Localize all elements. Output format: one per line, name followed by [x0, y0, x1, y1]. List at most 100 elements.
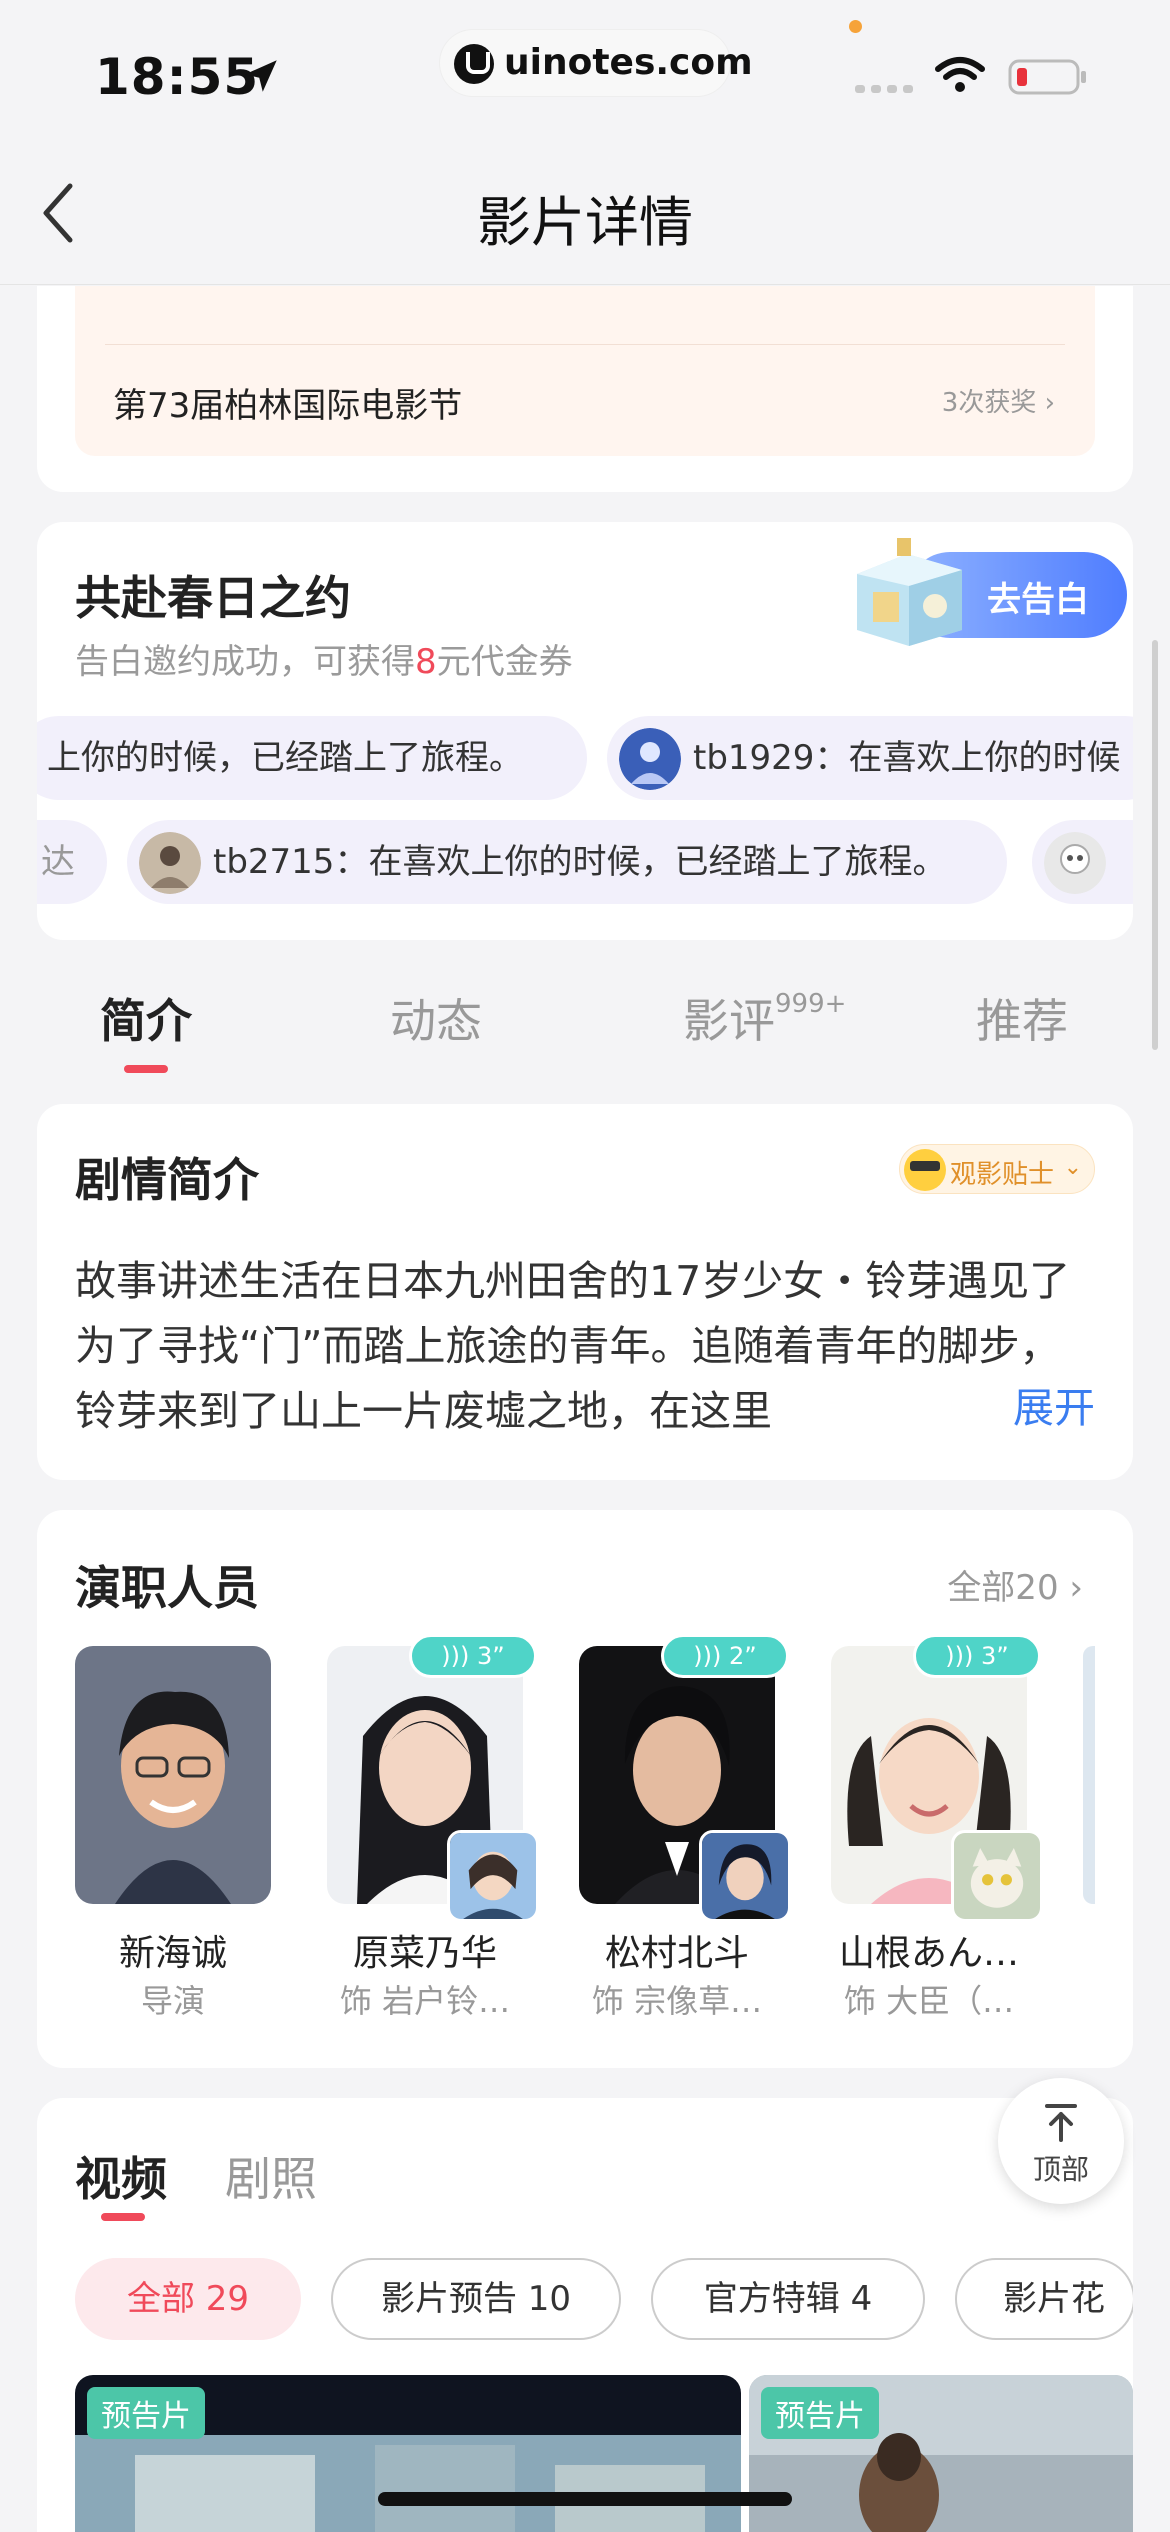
chip-label: 影片预告 10	[380, 2279, 572, 2319]
synopsis-text: 故事讲述生活在日本九州田舍的17岁少女・铃芽遇见了为了寻找“门”而踏上旅途的青年…	[75, 1257, 1071, 1435]
video-thumbnail[interactable]: 预告片	[75, 2375, 741, 2532]
filter-chip-more[interactable]: 影片花	[955, 2258, 1133, 2340]
tab-updates[interactable]: 动态	[390, 985, 482, 1051]
cast-role: 导演	[140, 1982, 205, 2020]
danmu-text: tb2715：在喜欢上你的时候，已经踏上了旅程。	[213, 842, 947, 882]
danmu-bubble[interactable]: 达	[37, 820, 107, 904]
danmu-row-2: 达 tb2715：在喜欢上你的时候，已经踏上了旅程。	[37, 820, 1133, 910]
tab-label: 动态	[390, 994, 482, 1048]
tab-indicator	[124, 1065, 168, 1073]
tab-intro[interactable]: 简介	[100, 985, 192, 1051]
status-bar: 18:55 uinotes.com	[0, 0, 1170, 140]
danmu-text: tb1929：在喜欢上你的时候	[693, 738, 1121, 778]
award-banner[interactable]: 第73届柏林国际电影节 3次获奖 ›	[75, 286, 1095, 456]
voice-duration: 3”	[981, 1642, 1009, 1670]
viewing-tips-chip[interactable]: 观影贴士 ⌄	[899, 1144, 1095, 1194]
tab-stills[interactable]: 剧照	[225, 2143, 317, 2209]
cast-title: 演职人员	[75, 1561, 259, 1615]
award-card: 第73届柏林国际电影节 3次获奖 ›	[37, 286, 1133, 492]
sound-wave-icon: )))	[945, 1642, 981, 1670]
filter-chip-featurettes[interactable]: 官方特辑 4	[651, 2258, 925, 2340]
chevron-right-icon: ›	[1069, 1568, 1083, 1608]
music-box-icon	[857, 538, 962, 646]
danmu-text: 上你的时候，已经踏上了旅程。	[47, 738, 523, 778]
cast-photo	[75, 1646, 271, 1904]
tab-label: 视频	[75, 2152, 167, 2206]
divider	[105, 344, 1065, 345]
back-to-top-button[interactable]: 顶部	[998, 2078, 1124, 2204]
cast-card: 演职人员 全部20 › 新海诚 导演 ))) 3” 原菜乃华 饰 岩户铃…))…	[37, 1510, 1133, 2068]
site-logo-icon	[454, 44, 494, 84]
cast-role: 饰 宗像草…	[591, 1982, 763, 2020]
home-indicator[interactable]	[378, 2492, 792, 2506]
cast-role: 饰 岩户铃…	[339, 1982, 511, 2020]
chip-label: 官方特辑 4	[703, 2279, 873, 2319]
status-time: 18:55	[95, 48, 260, 106]
thumbnail-tag: 预告片	[87, 2387, 205, 2439]
chip-label: 影片花	[1003, 2279, 1105, 2319]
danmu-bubble[interactable]	[1032, 820, 1133, 904]
spring-subtitle: 告白邀约成功，可获得8元代金券	[75, 634, 573, 683]
user-avatar	[1044, 832, 1106, 894]
voice-duration: 2”	[729, 1642, 757, 1670]
tab-indicator	[101, 2213, 145, 2221]
location-arrow-icon	[245, 60, 277, 92]
nav-bar: 影片详情	[0, 140, 1170, 285]
tab-reviews[interactable]: 影评999+	[683, 985, 846, 1051]
chevron-down-icon: ⌄	[1063, 1155, 1082, 1180]
voice-duration: 3”	[477, 1642, 505, 1670]
character-thumbnail	[951, 1830, 1043, 1922]
sunglasses-emoji-icon	[904, 1149, 946, 1191]
tab-recommend[interactable]: 推荐	[976, 985, 1068, 1051]
character-thumbnail	[699, 1830, 791, 1922]
synopsis-title: 剧情简介	[75, 1153, 259, 1207]
subtitle-text-pre: 告白邀约成功，可获得	[75, 642, 415, 682]
cast-role: 饰 大臣（…	[843, 1982, 1015, 2020]
url-text: uinotes.com	[504, 42, 753, 83]
cellular-signal-icon	[855, 85, 913, 93]
cast-name: 松村北斗	[604, 1933, 749, 1974]
tab-label: 影评	[683, 994, 775, 1048]
arrow-up-icon	[1045, 2104, 1077, 2142]
chip-label: 全部 29	[126, 2279, 250, 2319]
danmu-bubble[interactable]: tb2715：在喜欢上你的时候，已经踏上了旅程。	[127, 820, 1007, 904]
cast-name: 原菜乃华	[352, 1933, 497, 1974]
tab-videos[interactable]: 视频	[75, 2143, 167, 2209]
media-card: 视频 剧照 全部 29 影片预告 10 官方特辑 4 影片花 预告片 预告片	[37, 2098, 1133, 2532]
spring-title: 共赴春日之约	[75, 571, 351, 625]
sound-wave-icon: )))	[441, 1642, 477, 1670]
spring-confession-card: 共赴春日之约 告白邀约成功，可获得8元代金券 去告白 上你的时候，已经踏上了旅程…	[37, 522, 1133, 940]
tab-label: 简介	[100, 994, 192, 1048]
scrollbar-thumb[interactable]	[1152, 640, 1158, 1050]
synopsis-card: 剧情简介 观影贴士 ⌄ 故事讲述生活在日本九州田舍的17岁少女・铃芽遇见了为了寻…	[37, 1104, 1133, 1480]
voice-clip-badge[interactable]: ))) 3”	[409, 1634, 537, 1678]
cast-all-link[interactable]: 全部20 ›	[947, 1560, 1083, 1609]
back-to-top-label: 顶部	[1032, 2153, 1089, 2186]
wifi-icon	[935, 57, 985, 92]
tab-label: 推荐	[976, 994, 1068, 1048]
cast-name: 新海诚	[118, 1933, 227, 1974]
filter-chip-all[interactable]: 全部 29	[75, 2258, 301, 2340]
video-thumbnail[interactable]: 预告片	[749, 2375, 1133, 2532]
thumbnail-tag: 预告片	[761, 2387, 879, 2439]
filter-chip-trailers[interactable]: 影片预告 10	[331, 2258, 621, 2340]
expand-link[interactable]: 展开	[963, 1374, 1095, 1434]
user-avatar	[139, 832, 201, 894]
tab-label: 剧照	[225, 2152, 317, 2206]
url-pill[interactable]: uinotes.com	[440, 30, 753, 96]
danmu-bubble[interactable]: 上你的时候，已经踏上了旅程。	[37, 716, 587, 800]
viewing-tips-label: 观影贴士	[950, 1160, 1055, 1190]
voice-clip-badge[interactable]: ))) 3”	[913, 1634, 1041, 1678]
battery-icon	[1008, 59, 1086, 95]
next-cast-peek	[1083, 1646, 1095, 1904]
character-thumbnail	[447, 1830, 539, 1922]
user-avatar	[619, 728, 681, 790]
award-title: 第73届柏林国际电影节	[113, 386, 463, 426]
danmu-bubble[interactable]: tb1929：在喜欢上你的时候	[607, 716, 1133, 800]
voice-clip-badge[interactable]: ))) 2”	[661, 1634, 789, 1678]
voucher-amount: 8	[415, 642, 437, 682]
subtitle-text-post: 元代金券	[436, 642, 573, 682]
sound-wave-icon: )))	[693, 1642, 729, 1670]
award-count-link[interactable]: 3次获奖 ›	[942, 382, 1055, 419]
cast-name: 山根あん…	[838, 1933, 1019, 1974]
